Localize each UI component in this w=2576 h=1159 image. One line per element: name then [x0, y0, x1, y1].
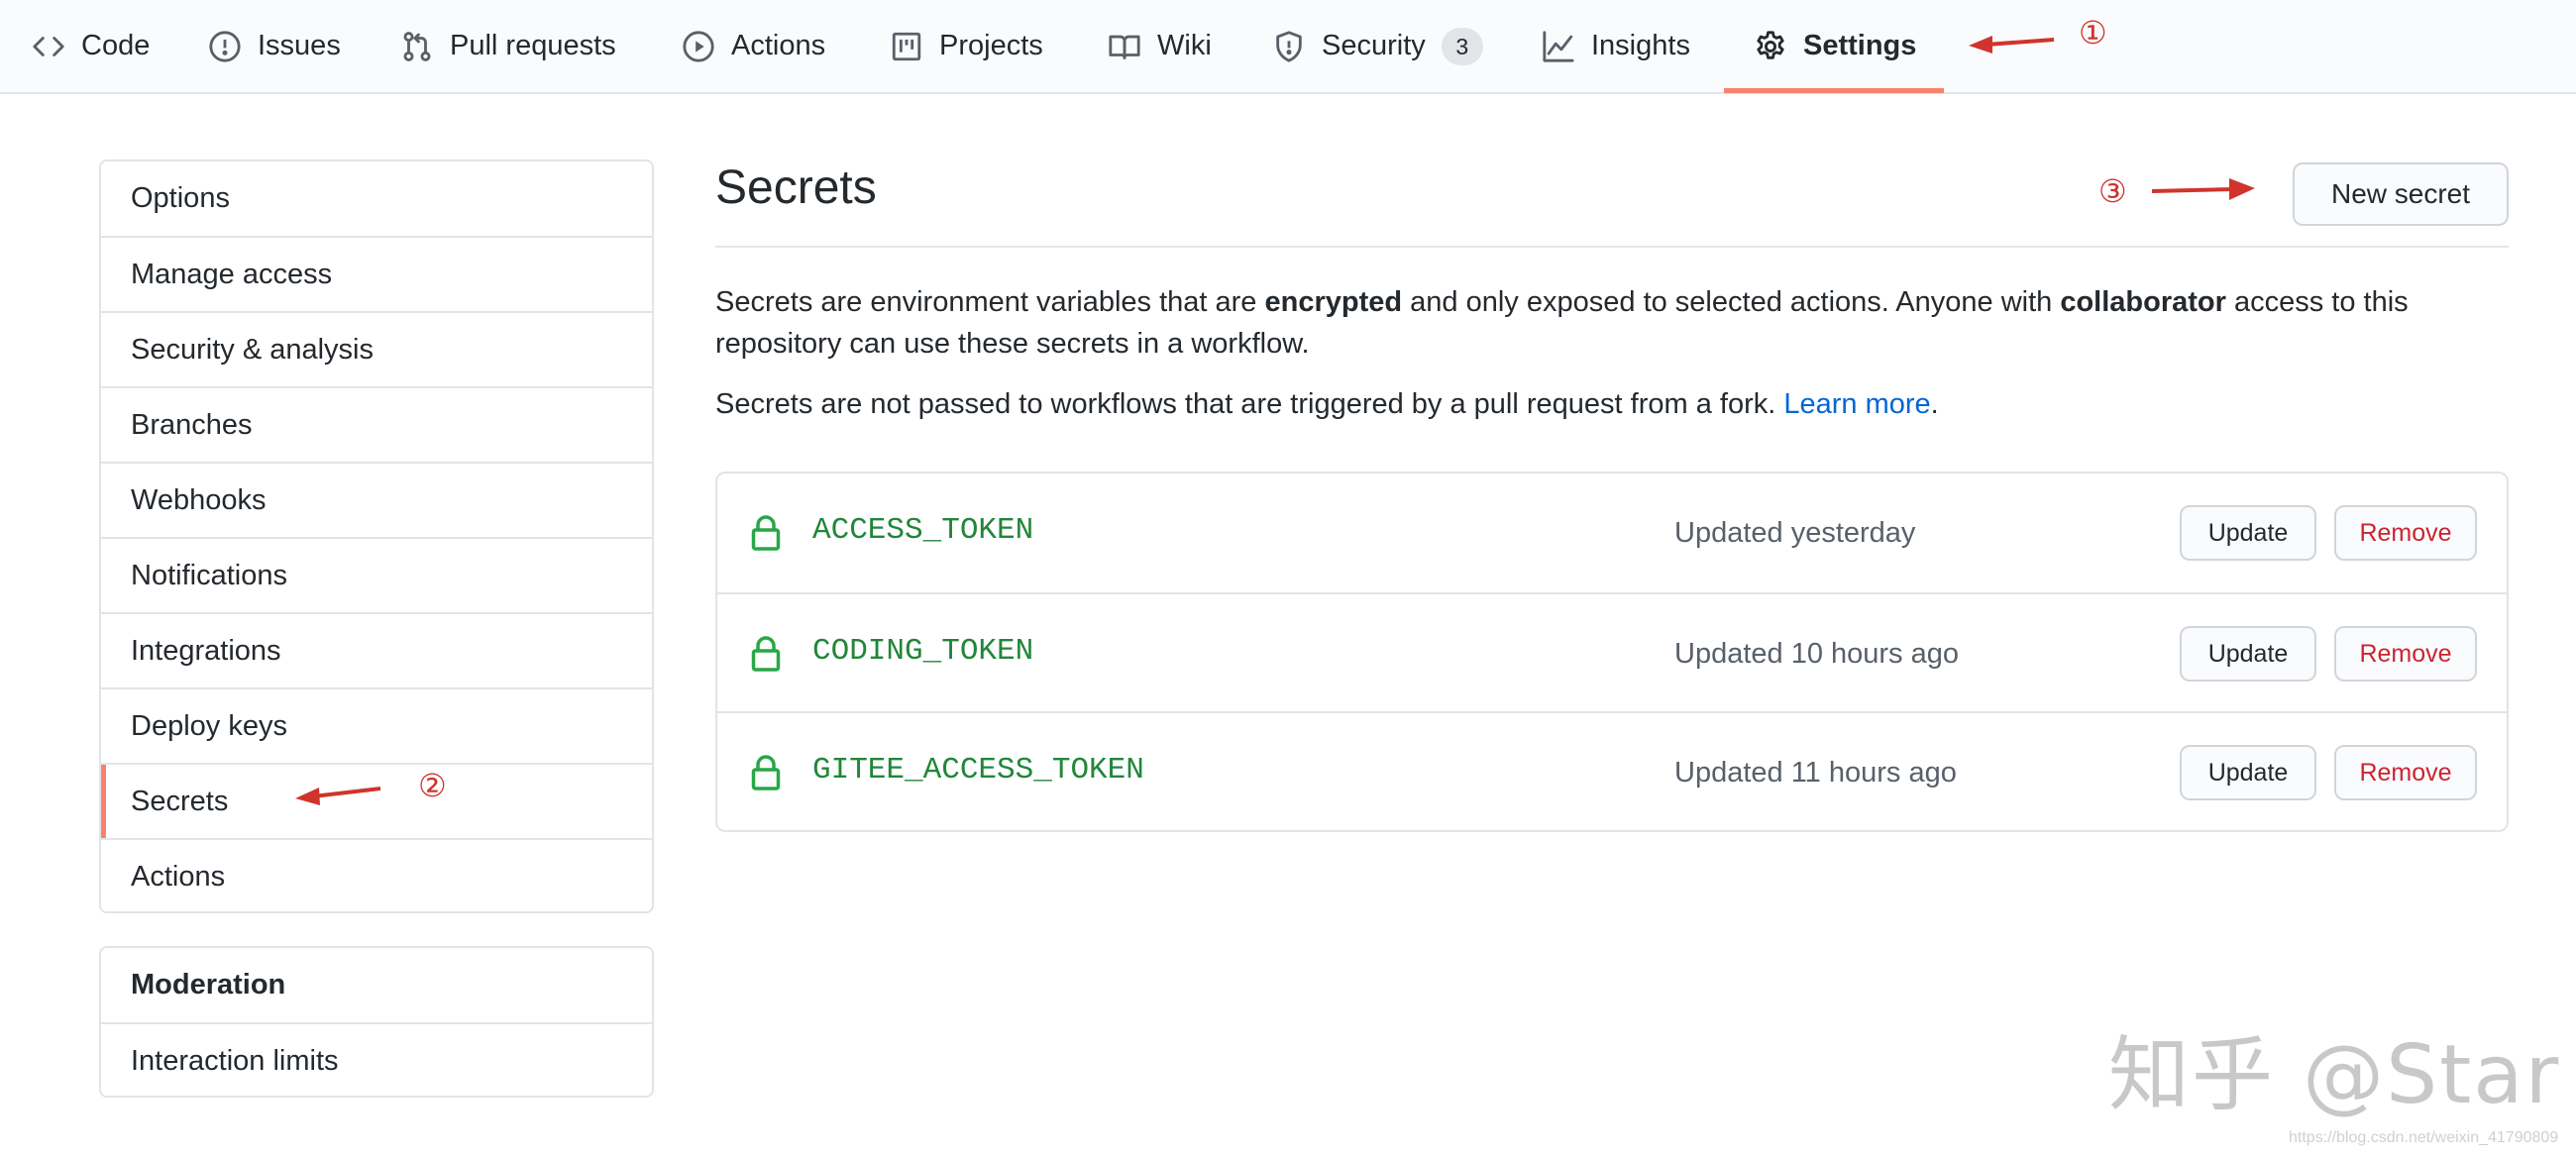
- tab-wiki[interactable]: Wiki: [1108, 0, 1212, 92]
- gear-icon: [1754, 30, 1787, 63]
- remove-button[interactable]: Remove: [2334, 626, 2477, 682]
- tab-label: Pull requests: [450, 30, 616, 61]
- fork-note-text: Secrets are not passed to workflows that…: [715, 388, 1784, 420]
- menu-item-branches[interactable]: Branches: [101, 386, 652, 462]
- tab-label: Issues: [258, 30, 341, 61]
- source-url-watermark: https://blog.csdn.net/weixin_41790809: [2289, 1129, 2559, 1146]
- moderation-heading: Moderation: [101, 948, 652, 1022]
- menu-item-label: Secrets: [131, 785, 229, 817]
- menu-heading-label: Moderation: [131, 969, 286, 1001]
- menu-item-deploy-keys[interactable]: Deploy keys: [101, 687, 652, 763]
- annotation-arrow-3: [2151, 178, 2255, 200]
- learn-more-link[interactable]: Learn more: [1783, 388, 1930, 420]
- title-divider: [715, 246, 2509, 248]
- tab-label: Projects: [939, 30, 1043, 61]
- zhihu-watermark: 知乎 @Star: [2108, 1028, 2561, 1122]
- annotation-arrow-2: [295, 787, 381, 805]
- menu-item-integrations[interactable]: Integrations: [101, 612, 652, 687]
- secret-name: GITEE_ACCESS_TOKEN: [812, 753, 1144, 788]
- menu-item-label: Interaction limits: [131, 1044, 339, 1077]
- tab-settings[interactable]: Settings: [1754, 0, 1916, 92]
- code-icon: [32, 30, 65, 63]
- tab-label: Insights: [1591, 30, 1690, 61]
- menu-item-label: Notifications: [131, 559, 287, 591]
- issue-icon: [208, 30, 242, 63]
- lock-icon: [751, 636, 781, 672]
- secret-row: GITEE_ACCESS_TOKEN Updated 11 hours ago …: [717, 711, 2507, 832]
- annotation-number-3: ③: [2098, 172, 2127, 210]
- menu-item-interaction-limits[interactable]: Interaction limits: [101, 1022, 652, 1096]
- fork-note: Secrets are not passed to workflows that…: [715, 383, 2499, 425]
- menu-item-options[interactable]: Options: [101, 161, 652, 236]
- tab-security[interactable]: Security 3: [1272, 0, 1483, 92]
- secret-updated: Updated yesterday: [1674, 517, 1916, 549]
- tab-projects[interactable]: Projects: [890, 0, 1043, 92]
- pull-request-icon: [400, 30, 434, 63]
- remove-button[interactable]: Remove: [2334, 745, 2477, 800]
- new-secret-button[interactable]: New secret: [2293, 162, 2509, 226]
- shield-icon: [1272, 30, 1306, 63]
- secret-row: CODING_TOKEN Updated 10 hours ago Update…: [717, 592, 2507, 713]
- menu-item-label: Actions: [131, 860, 226, 893]
- update-button[interactable]: Update: [2180, 505, 2316, 561]
- secret-row: ACCESS_TOKEN Updated yesterday Update Re…: [717, 474, 2507, 592]
- play-icon: [682, 30, 715, 63]
- desc-bold-collaborator: collaborator: [2060, 286, 2226, 318]
- selected-tab-indicator: [1724, 88, 1944, 93]
- tab-label: Actions: [731, 30, 826, 61]
- annotation-arrow-1: [1969, 36, 2055, 53]
- tab-label: Wiki: [1157, 30, 1212, 61]
- tab-label: Security: [1322, 30, 1426, 61]
- tab-insights[interactable]: Insights: [1542, 0, 1690, 92]
- page-title: Secrets: [715, 161, 877, 214]
- fork-note-end: .: [1930, 388, 1939, 420]
- security-count-badge: 3: [1441, 27, 1483, 65]
- desc-bold-encrypted: encrypted: [1264, 286, 1403, 318]
- repo-nav: Code Issues Pull requests Actions Projec…: [0, 0, 2576, 94]
- menu-item-label: Deploy keys: [131, 709, 287, 742]
- menu-item-manage-access[interactable]: Manage access: [101, 236, 652, 311]
- menu-item-actions[interactable]: Actions: [101, 838, 652, 911]
- tab-label: Code: [81, 30, 151, 61]
- graph-icon: [1542, 30, 1575, 63]
- secret-name: CODING_TOKEN: [812, 634, 1034, 669]
- secrets-description: Secrets are environment variables that a…: [715, 281, 2499, 365]
- secret-name: ACCESS_TOKEN: [812, 513, 1034, 548]
- menu-item-security-analysis[interactable]: Security & analysis: [101, 311, 652, 386]
- menu-item-label: Webhooks: [131, 483, 267, 516]
- menu-item-label: Branches: [131, 408, 253, 441]
- lock-icon: [751, 755, 781, 790]
- update-button[interactable]: Update: [2180, 626, 2316, 682]
- desc-text: Secrets are environment variables that a…: [715, 286, 1265, 318]
- menu-item-label: Manage access: [131, 258, 333, 290]
- menu-item-label: Integrations: [131, 634, 281, 667]
- secret-updated: Updated 10 hours ago: [1674, 638, 1959, 670]
- menu-item-webhooks[interactable]: Webhooks: [101, 462, 652, 537]
- moderation-menu: Moderation Interaction limits: [99, 946, 654, 1098]
- book-icon: [1108, 30, 1141, 63]
- annotation-number-2: ②: [418, 767, 447, 804]
- update-button[interactable]: Update: [2180, 745, 2316, 800]
- project-icon: [890, 30, 923, 63]
- tab-label: Settings: [1803, 30, 1917, 61]
- remove-button[interactable]: Remove: [2334, 505, 2477, 561]
- annotation-number-1: ①: [2079, 14, 2107, 52]
- menu-item-notifications[interactable]: Notifications: [101, 537, 652, 612]
- lock-icon: [751, 515, 781, 551]
- secret-updated: Updated 11 hours ago: [1674, 757, 1957, 789]
- secrets-list: ACCESS_TOKEN Updated yesterday Update Re…: [715, 472, 2509, 832]
- tab-actions[interactable]: Actions: [682, 0, 825, 92]
- desc-text: and only exposed to selected actions. An…: [1402, 286, 2061, 318]
- tab-code[interactable]: Code: [32, 0, 150, 92]
- tab-pull-requests[interactable]: Pull requests: [400, 0, 616, 92]
- tab-issues[interactable]: Issues: [208, 0, 341, 92]
- menu-item-label: Options: [131, 182, 230, 214]
- menu-item-label: Security & analysis: [131, 333, 374, 366]
